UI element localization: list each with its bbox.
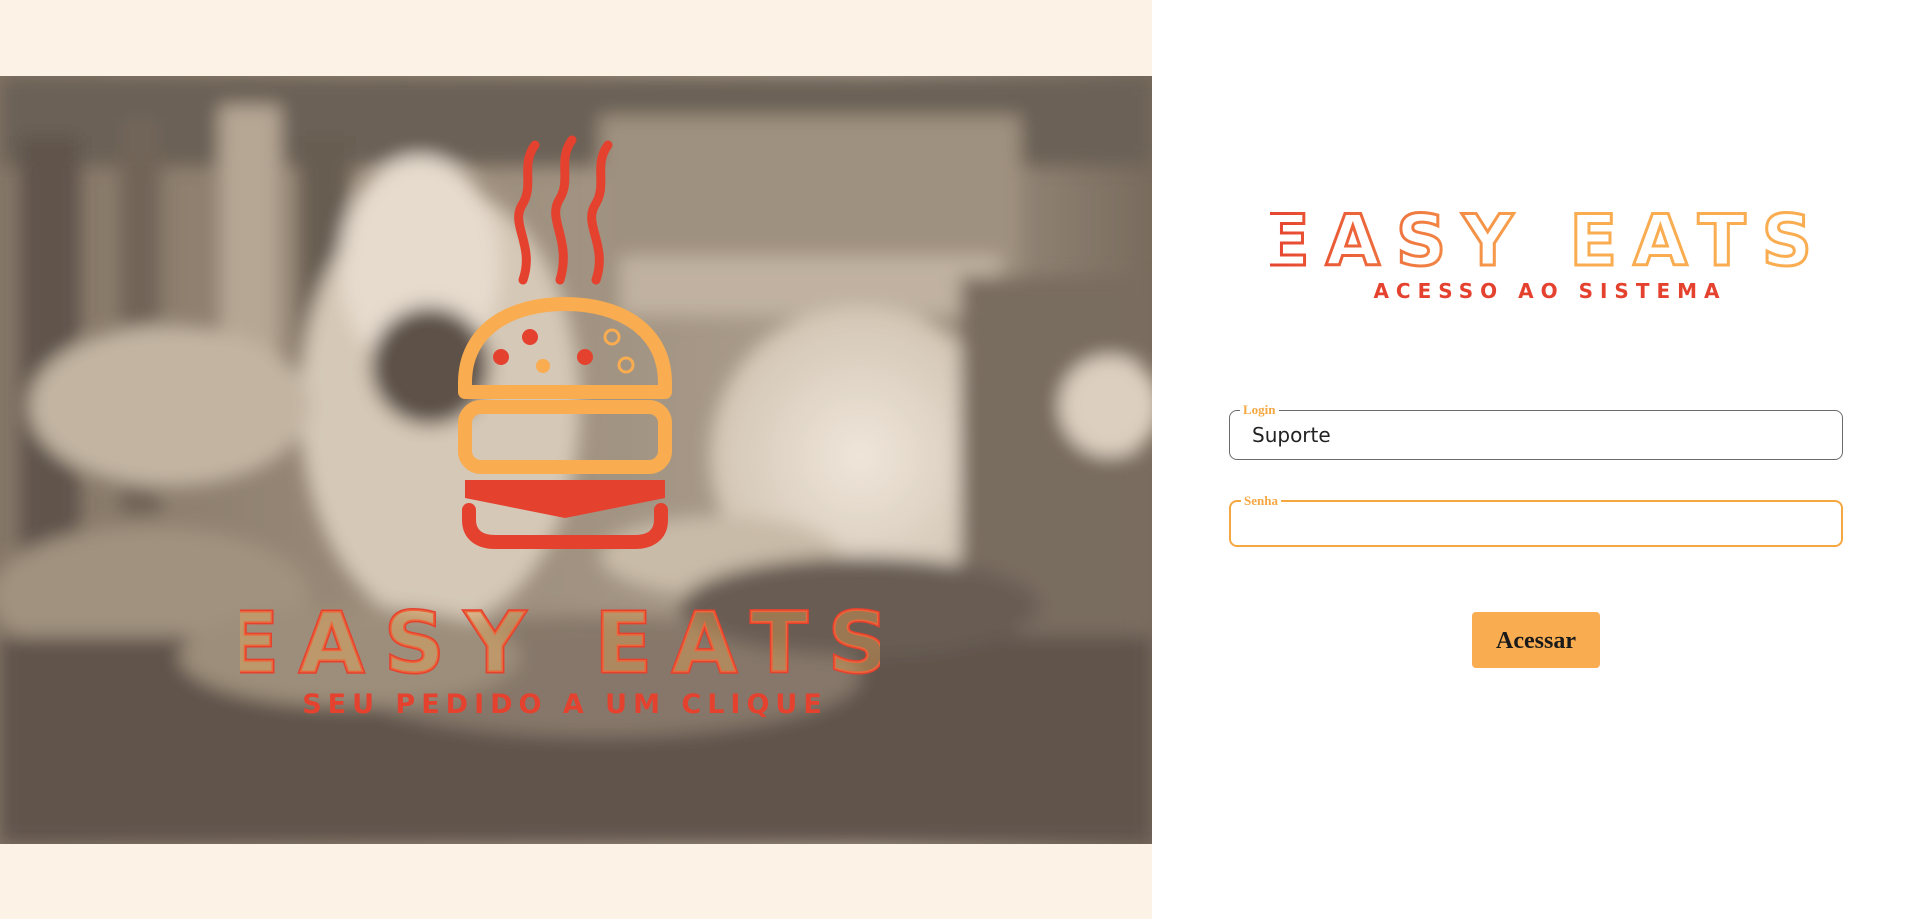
burger-icon <box>458 297 672 549</box>
access-button[interactable]: Acessar <box>1472 612 1600 668</box>
easy-eats-hero-logo: EASY EATS EASY EATS SEU PEDIDO A UM CLIQ… <box>240 135 880 720</box>
login-field[interactable]: Login <box>1229 402 1843 460</box>
steam-icon <box>514 135 613 285</box>
password-field[interactable]: Senha <box>1229 493 1843 547</box>
login-subtitle: ACESSO AO SISTEMA <box>1373 279 1726 303</box>
hero-tagline: SEU PEDIDO A UM CLIQUE <box>302 689 828 720</box>
brand-name: EASY EATS <box>1270 200 1820 282</box>
hero-brand-name-fill: EASY EATS <box>240 594 880 692</box>
easy-eats-brand-logo: EASY EATS ACESSO AO SISTEMA <box>1270 200 1820 303</box>
hero-panel: EASY EATS EASY EATS SEU PEDIDO A UM CLIQ… <box>0 0 1152 919</box>
password-input[interactable] <box>1253 502 1831 545</box>
login-input[interactable] <box>1252 411 1832 459</box>
